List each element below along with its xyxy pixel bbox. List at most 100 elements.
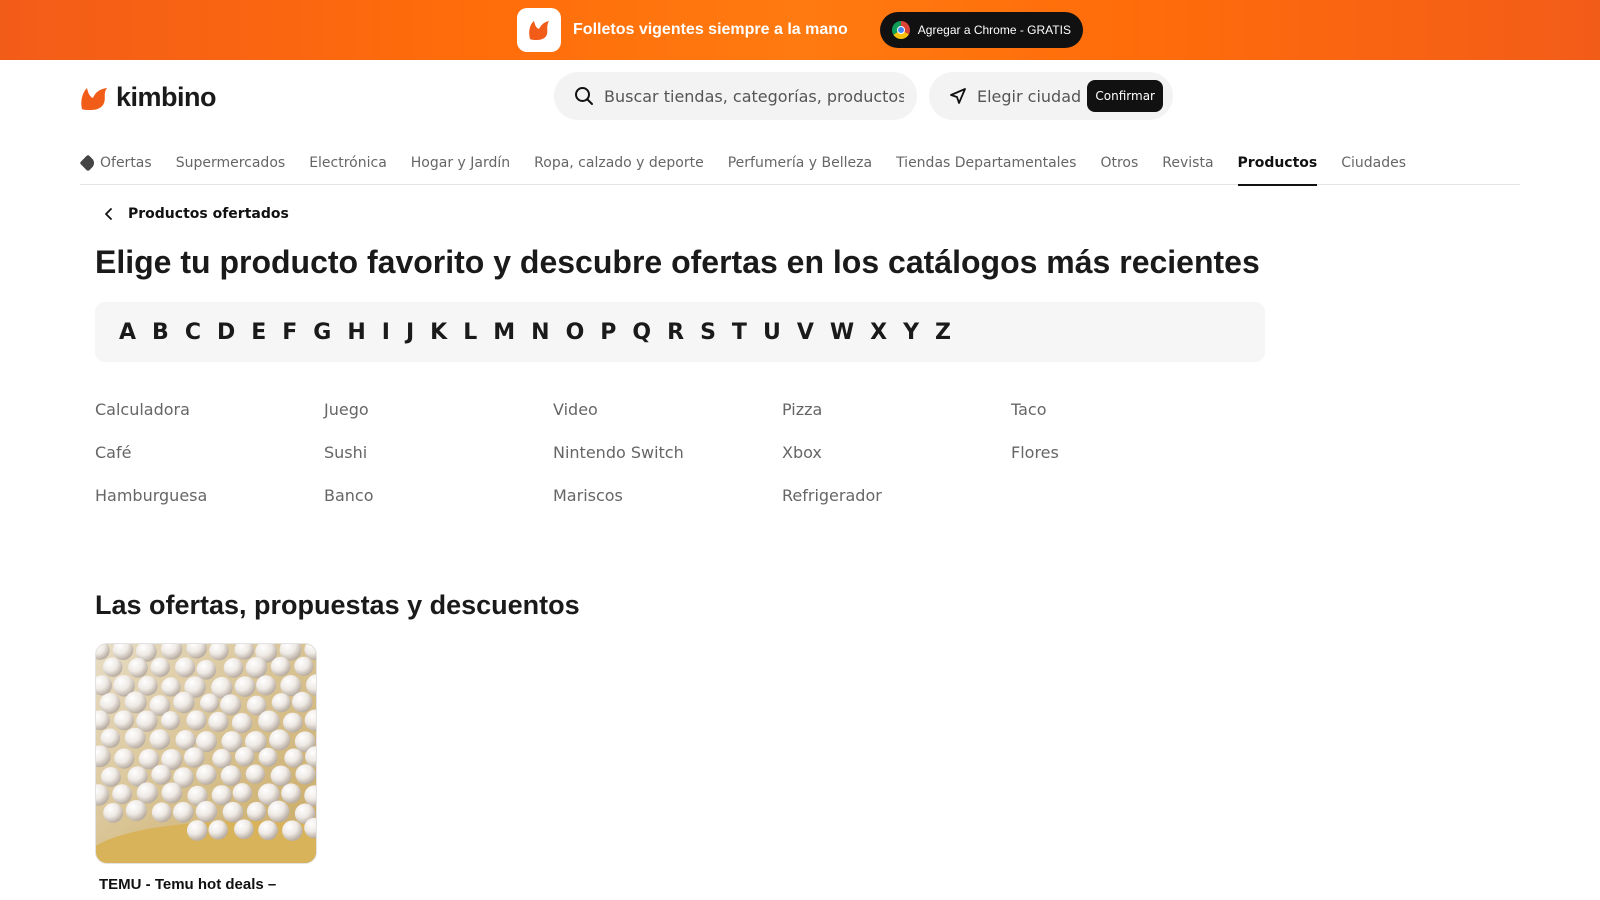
chrome-icon [891,21,910,39]
product-link[interactable]: Calculadora [95,398,324,421]
letter-x[interactable]: X [870,320,887,345]
product-link[interactable]: Xbox [782,441,1011,464]
product-link[interactable]: Café [95,441,324,464]
product-link[interactable]: Hamburguesa [95,484,324,507]
pearl [294,656,314,676]
pearl [281,783,302,804]
letter-a[interactable]: A [119,320,136,345]
letter-w[interactable]: W [830,320,854,345]
nav-item-electronica[interactable]: Electrónica [309,140,387,185]
promo-text: Folletos vigentes siempre a la mano [573,21,848,38]
pearl [267,800,290,823]
letter-k[interactable]: K [430,320,447,345]
letter-c[interactable]: C [185,320,201,345]
breadcrumb-label[interactable]: Productos ofertados [128,206,289,222]
letter-d[interactable]: D [217,320,235,345]
product-link[interactable]: Banco [324,484,553,507]
pearl [100,728,121,749]
promo-banner: Folletos vigentes siempre a la mano Agre… [0,0,1600,60]
nav-item-tiendas-departamentales[interactable]: Tiendas Departamentales [896,140,1076,185]
letter-g[interactable]: G [313,320,331,345]
nav-item-otros[interactable]: Otros [1100,140,1138,185]
pearl [173,691,195,714]
city-label: Elegir ciudad [977,86,1082,106]
product-link[interactable]: Flores [1011,441,1240,464]
pearl [222,801,244,823]
letter-o[interactable]: O [566,320,585,345]
pearl [220,694,242,716]
product-link[interactable]: Juego [324,398,553,421]
letter-z[interactable]: Z [935,320,951,345]
pearl [292,691,313,713]
offer-card[interactable]: TEMU - Temu hot deals – [95,643,317,893]
letter-s[interactable]: S [700,320,716,345]
pearl [149,729,171,750]
letter-b[interactable]: B [152,320,169,345]
kimbino-logo[interactable]: kimbino [80,82,217,113]
pearl [258,747,278,767]
pearl [151,764,172,785]
nav-item-ciudades[interactable]: Ciudades [1341,140,1406,185]
product-link[interactable]: Pizza [782,398,1011,421]
add-to-chrome-label: Agregar a Chrome - GRATIS [917,23,1071,37]
squirrel-logo-icon [81,87,107,110]
pearl [175,729,196,751]
pearl [124,727,146,749]
nav-item-label: Ofertas [100,154,152,171]
back-chevron-icon[interactable] [95,200,123,228]
nav-item-ropa-calzado-deporte[interactable]: Ropa, calzado y deporte [534,140,704,185]
letter-l[interactable]: L [463,320,477,345]
pearl [223,658,244,678]
pearl [175,657,196,678]
letter-u[interactable]: U [763,320,781,345]
nav-item-productos[interactable]: Productos [1237,140,1317,186]
pearl [231,712,253,734]
kimbino-app-icon [517,8,562,52]
search-bar[interactable] [554,72,917,120]
pearl [234,746,255,767]
nav-item-supermercados[interactable]: Supermercados [176,140,286,185]
letter-e[interactable]: E [251,320,266,345]
letter-p[interactable]: P [600,320,616,345]
product-link[interactable]: Nintendo Switch [553,441,782,464]
nav-item-ofertas[interactable]: Ofertas [79,140,152,185]
letter-i[interactable]: I [382,320,390,345]
nav-item-perfumeria-belleza[interactable]: Perfumería y Belleza [728,140,872,185]
letter-n[interactable]: N [531,320,549,345]
add-to-chrome-button[interactable]: Agregar a Chrome - GRATIS [879,12,1083,48]
offer-card-image [95,643,317,864]
product-link[interactable]: Sushi [324,441,553,464]
pearl [102,657,123,677]
letter-v[interactable]: V [797,320,814,345]
confirm-button[interactable]: Confirmar [1087,80,1163,112]
city-selector[interactable]: Elegir ciudad Confirmar [929,72,1173,120]
pearl [258,820,278,841]
letter-t[interactable]: T [732,320,747,345]
letter-y[interactable]: Y [903,320,919,345]
pearl [282,712,303,733]
letter-r[interactable]: R [667,320,684,345]
letter-q[interactable]: Q [632,320,651,345]
nav-item-hogar-jardin[interactable]: Hogar y Jardín [411,140,510,185]
pearl [220,765,242,786]
pearl [151,802,172,823]
letter-h[interactable]: H [347,320,365,345]
product-link[interactable]: Mariscos [553,484,782,507]
pearl [245,764,265,784]
pearl [172,801,194,823]
pearl [245,656,268,679]
product-link[interactable]: Taco [1011,398,1240,421]
letter-j[interactable]: J [406,320,414,345]
product-link[interactable]: Refrigerador [782,484,1011,507]
product-link[interactable]: Video [553,398,782,421]
letter-m[interactable]: M [493,320,515,345]
search-icon [575,87,593,105]
pearl [246,801,267,822]
pearl [258,710,280,733]
offer-card-title: TEMU - Temu hot deals – [99,876,277,893]
pearl [269,729,291,751]
letter-f[interactable]: F [282,320,297,345]
search-input[interactable] [604,86,904,106]
nav-item-revista[interactable]: Revista [1162,140,1213,185]
pearl [208,820,228,840]
